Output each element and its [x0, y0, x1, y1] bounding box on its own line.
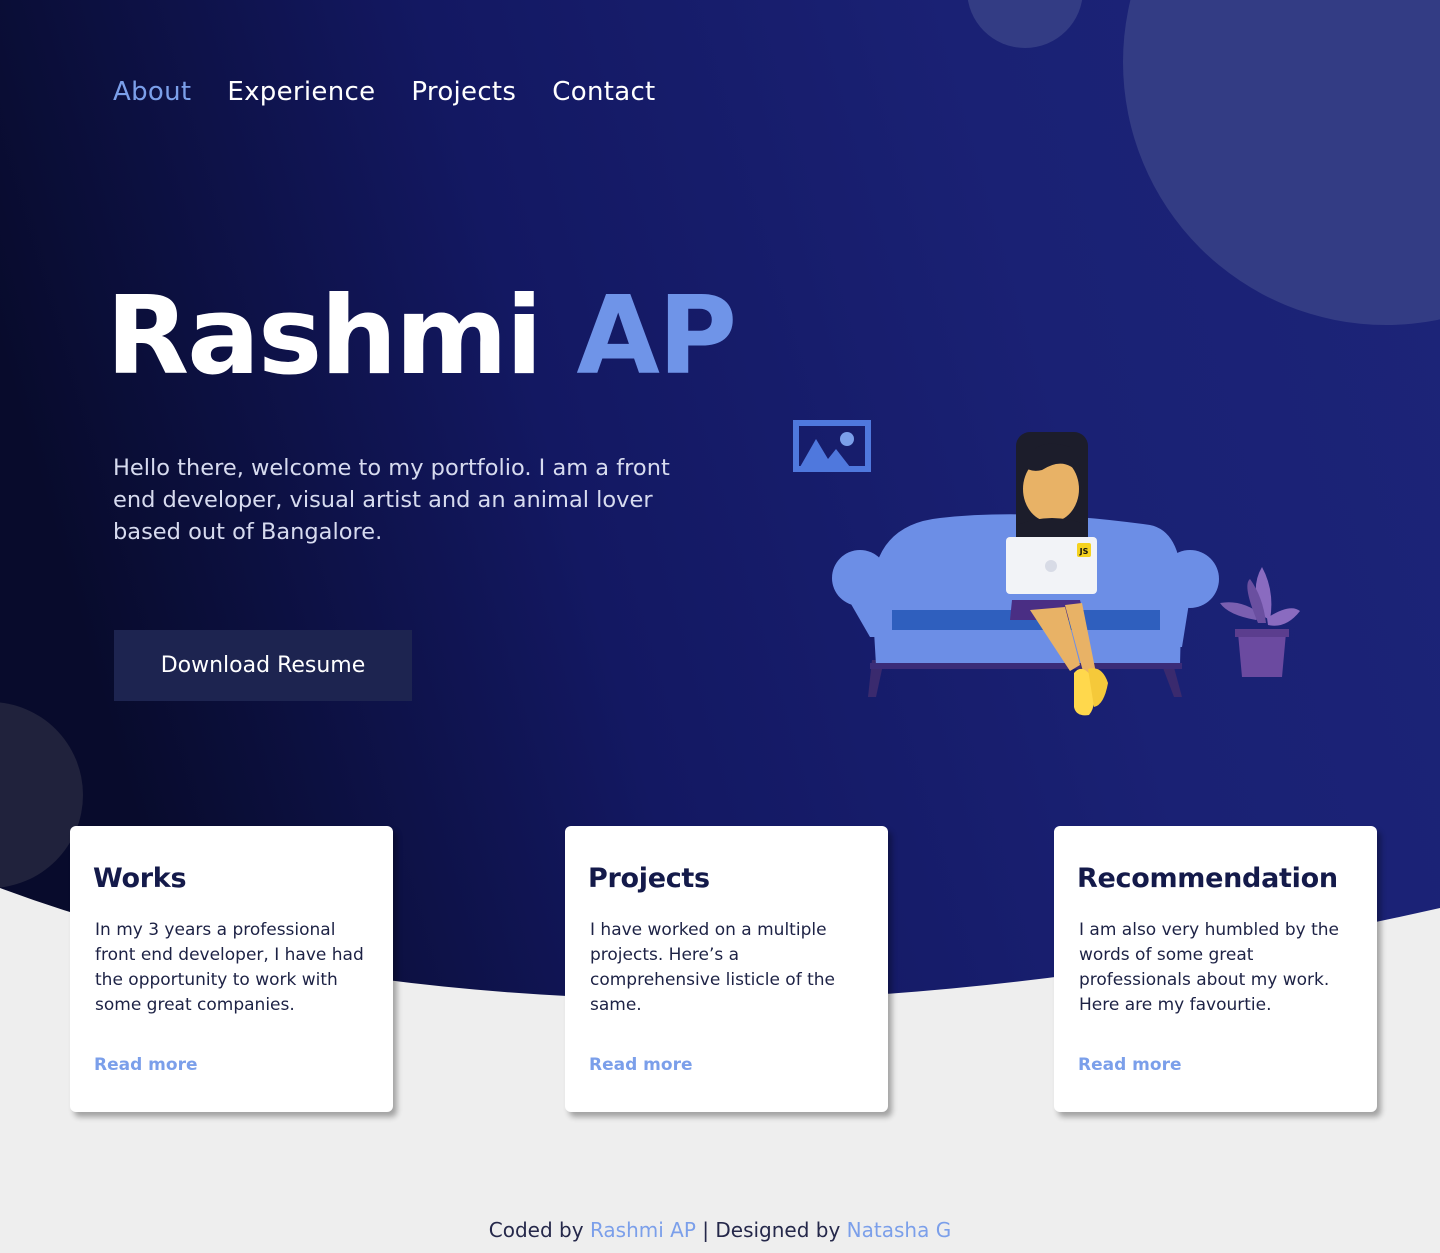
nav-contact[interactable]: Contact — [552, 74, 655, 110]
read-more-link[interactable]: Read more — [1078, 1055, 1182, 1075]
hero-title: Rashmi AP — [106, 272, 737, 402]
read-more-link[interactable]: Read more — [94, 1055, 198, 1075]
card-body: In my 3 years a professional front end d… — [95, 920, 364, 1015]
card-works: Works In my 3 years a professional front… — [70, 826, 393, 1112]
hero-illustration: JS — [793, 420, 1300, 716]
card-projects: Projects I have worked on a multiple pro… — [565, 826, 888, 1112]
woman-with-laptop-icon: JS — [1006, 432, 1108, 716]
footer-designed-prefix: Designed by — [715, 1218, 841, 1242]
footer-coded-prefix: Coded by — [488, 1218, 584, 1242]
download-resume-button[interactable]: Download Resume — [114, 630, 412, 701]
nav-experience[interactable]: Experience — [227, 74, 375, 110]
footer: Coded by Rashmi AP | Designed by Natasha… — [0, 1214, 1440, 1246]
hero-intro: Hello there, welcome to my portfolio. I … — [113, 455, 670, 545]
hero-last-name: AP — [576, 274, 737, 399]
card-title: Works — [93, 863, 187, 894]
card-body: I have worked on a multiple projects. He… — [590, 920, 835, 1015]
potted-plant-icon — [1220, 567, 1300, 677]
card-recommendation: Recommendation I am also very humbled by… — [1054, 826, 1377, 1112]
nav-about[interactable]: About — [113, 74, 191, 110]
card-body: I am also very humbled by the words of s… — [1079, 920, 1340, 1015]
footer-coder-link[interactable]: Rashmi AP — [590, 1218, 696, 1242]
card-title: Projects — [588, 863, 710, 894]
picture-frame-icon — [793, 420, 871, 472]
footer-designer-link[interactable]: Natasha G — [847, 1218, 952, 1242]
hero-first-name: Rashmi — [106, 274, 543, 399]
footer-separator: | — [702, 1218, 709, 1242]
read-more-link[interactable]: Read more — [589, 1055, 693, 1075]
main-nav: About Experience Projects Contact — [113, 74, 692, 110]
laptop-badge: JS — [1079, 547, 1089, 556]
nav-projects[interactable]: Projects — [411, 74, 516, 110]
card-title: Recommendation — [1077, 863, 1338, 894]
